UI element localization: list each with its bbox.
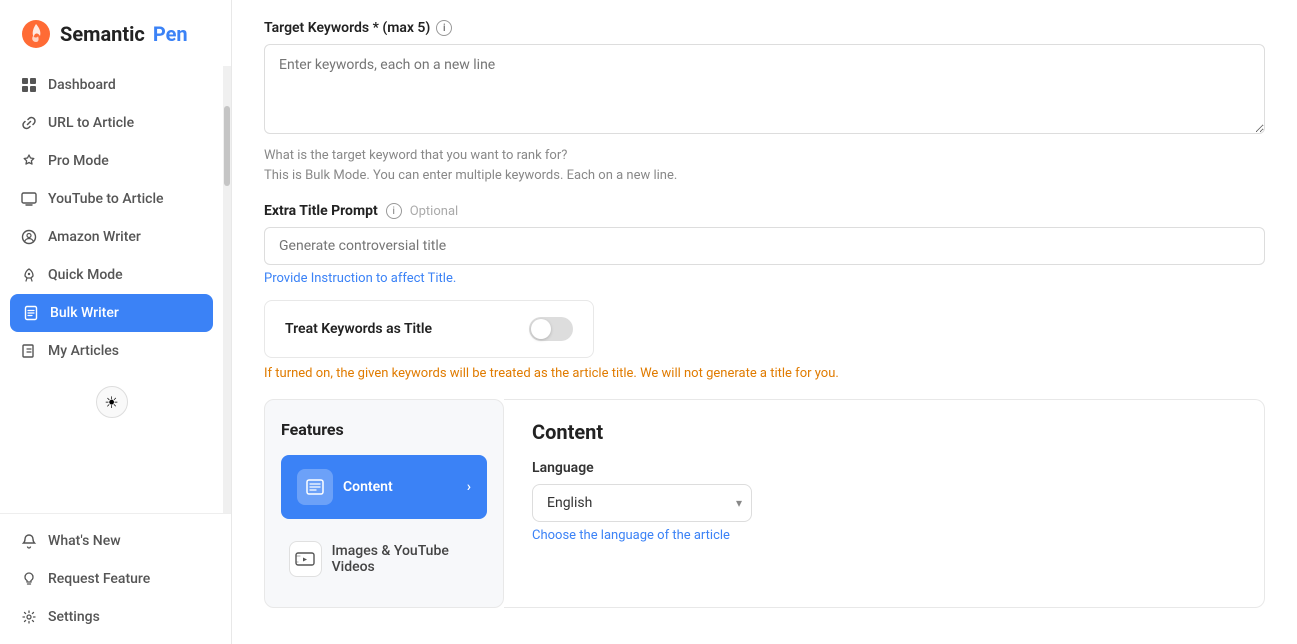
sidebar-item-url-to-article[interactable]: URL to Article: [0, 104, 223, 142]
treat-keywords-toggle[interactable]: [529, 317, 573, 341]
toggle-knob: [531, 319, 551, 339]
sidebar-nav: Dashboard URL to Article Pro Mode YouTub…: [0, 66, 223, 513]
sidebar-item-label: My Articles: [48, 343, 119, 359]
sidebar-item-label: URL to Article: [48, 115, 134, 131]
sidebar-item-settings[interactable]: Settings: [0, 598, 231, 636]
sidebar-item-dashboard[interactable]: Dashboard: [0, 66, 223, 104]
treat-keywords-card: Treat Keywords as Title: [264, 300, 594, 358]
settings-icon: [20, 608, 38, 626]
sidebar-item-label: Quick Mode: [48, 267, 123, 283]
language-select[interactable]: English Spanish French German Portuguese…: [532, 484, 752, 522]
content-panel-title: Content: [532, 420, 1236, 444]
feature-images-youtube[interactable]: Images & YouTube Videos: [281, 531, 487, 587]
sidebar-item-label: Amazon Writer: [48, 229, 141, 245]
sidebar-scrollbar-track: [223, 66, 231, 513]
feature-content-button[interactable]: Content ›: [281, 455, 487, 519]
language-select-wrapper: English Spanish French German Portuguese…: [532, 484, 752, 522]
bell-icon: [20, 532, 38, 550]
theme-toggle-button[interactable]: ☀: [96, 386, 128, 418]
helper-line-2: This is Bulk Mode. You can enter multipl…: [264, 166, 1265, 186]
extra-title-row: Extra Title Prompt i Optional: [264, 203, 1265, 219]
features-title: Features: [281, 420, 487, 439]
content-panel: Content Language English Spanish French …: [504, 399, 1265, 608]
sidebar-item-label: Settings: [48, 609, 100, 625]
extra-title-label: Extra Title Prompt: [264, 203, 378, 219]
sidebar: Semantic Pen Dashboard URL to Article: [0, 0, 232, 644]
file-text-icon: [22, 304, 40, 322]
target-keywords-label: Target Keywords * (max 5): [264, 20, 430, 36]
logo-text-semantic: Semantic: [60, 22, 145, 46]
chevron-right-icon: ›: [467, 479, 471, 495]
sidebar-item-amazon-writer[interactable]: Amazon Writer: [0, 218, 223, 256]
features-panel: Features Content › Images & YouTube Vide…: [264, 399, 504, 608]
sidebar-item-bulk-writer[interactable]: Bulk Writer: [10, 294, 213, 332]
features-section: Features Content › Images & YouTube Vide…: [264, 399, 1265, 608]
sidebar-item-label: YouTube to Article: [48, 191, 164, 207]
treat-keywords-label: Treat Keywords as Title: [285, 321, 432, 337]
treat-keywords-warning: If turned on, the given keywords will be…: [264, 366, 1265, 381]
theme-toggle-area: ☀: [0, 376, 223, 428]
book-icon: [20, 342, 38, 360]
language-hint: Choose the language of the article: [532, 528, 1236, 543]
target-keywords-section: Target Keywords * (max 5) i What is the …: [264, 20, 1265, 185]
sidebar-footer: What's New Request Feature Settings: [0, 513, 231, 644]
sidebar-item-youtube-to-article[interactable]: YouTube to Article: [0, 180, 223, 218]
language-label: Language: [532, 460, 1236, 476]
sidebar-item-whats-new[interactable]: What's New: [0, 522, 231, 560]
content-feature-label: Content: [343, 479, 393, 495]
sidebar-item-label: Pro Mode: [48, 153, 109, 169]
helper-line-1: What is the target keyword that you want…: [264, 146, 1265, 166]
main-content: Target Keywords * (max 5) i What is the …: [232, 0, 1297, 644]
star-icon: [20, 152, 38, 170]
sidebar-scrollbar-thumb: [224, 106, 230, 186]
target-keywords-info-icon[interactable]: i: [436, 20, 452, 36]
monitor-icon: [20, 190, 38, 208]
lightbulb-icon: [20, 570, 38, 588]
logo-text-pen: Pen: [153, 22, 188, 46]
logo-icon: [20, 18, 52, 50]
keywords-textarea[interactable]: [264, 44, 1265, 134]
sidebar-item-my-articles[interactable]: My Articles: [0, 332, 223, 370]
images-youtube-icon: [289, 541, 322, 577]
content-feature-icon: [297, 469, 333, 505]
keywords-helper-text: What is the target keyword that you want…: [264, 146, 1265, 185]
images-youtube-label: Images & YouTube Videos: [332, 543, 479, 575]
target-keywords-heading: Target Keywords * (max 5) i: [264, 20, 1265, 36]
user-circle-icon: [20, 228, 38, 246]
sidebar-item-label: What's New: [48, 533, 121, 549]
grid-icon: [20, 76, 38, 94]
sidebar-item-label: Dashboard: [48, 77, 116, 93]
sidebar-item-label: Request Feature: [48, 571, 150, 587]
sidebar-item-pro-mode[interactable]: Pro Mode: [0, 142, 223, 180]
link-icon: [20, 114, 38, 132]
rocket-icon: [20, 266, 38, 284]
sun-icon: ☀: [104, 393, 118, 412]
provide-instruction-text: Provide Instruction to affect Title.: [264, 271, 1265, 286]
title-prompt-input[interactable]: [264, 227, 1265, 265]
app-logo: Semantic Pen: [0, 0, 231, 66]
sidebar-item-label: Bulk Writer: [50, 305, 119, 321]
sidebar-item-quick-mode[interactable]: Quick Mode: [0, 256, 223, 294]
extra-title-info-icon[interactable]: i: [386, 203, 402, 219]
sidebar-item-request-feature[interactable]: Request Feature: [0, 560, 231, 598]
optional-badge: Optional: [410, 204, 458, 219]
